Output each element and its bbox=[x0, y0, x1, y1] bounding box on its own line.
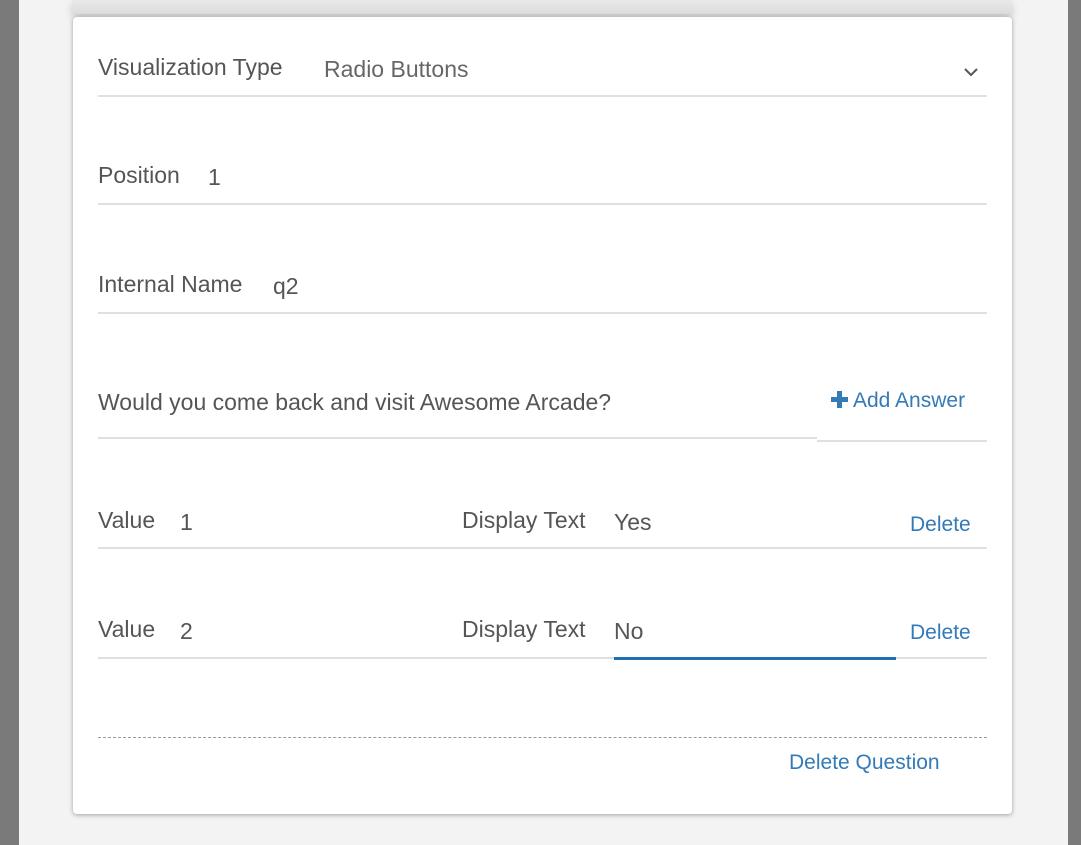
footer-divider bbox=[98, 737, 987, 738]
answer-2-value-input[interactable]: 2 bbox=[180, 618, 193, 645]
answer-1-value-label: Value bbox=[98, 507, 156, 533]
answer-1-display-label: Display Text bbox=[462, 507, 586, 533]
add-answer-underline bbox=[817, 440, 987, 442]
position-underline bbox=[98, 203, 987, 205]
question-card: Visualization Type Radio Buttons Positio… bbox=[73, 17, 1012, 814]
answer-1-value-input[interactable]: 1 bbox=[180, 509, 193, 536]
answer-1-display-input[interactable]: Yes bbox=[614, 509, 652, 536]
chevron-down-icon[interactable] bbox=[962, 63, 980, 81]
visualization-type-label: Visualization Type bbox=[98, 54, 283, 80]
answer-2-delete-button[interactable]: Delete bbox=[910, 621, 971, 645]
position-input[interactable]: 1 bbox=[208, 164, 221, 191]
question-text-underline bbox=[98, 437, 817, 439]
internal-name-input[interactable]: q2 bbox=[273, 273, 299, 300]
internal-name-underline bbox=[98, 312, 987, 314]
plus-icon bbox=[831, 391, 848, 408]
add-answer-button[interactable]: Add Answer bbox=[830, 389, 965, 413]
visualization-type-select[interactable]: Radio Buttons bbox=[324, 56, 468, 83]
add-answer-label: Add Answer bbox=[853, 389, 966, 412]
answer-1-underline bbox=[98, 547, 987, 549]
visualization-type-underline bbox=[98, 95, 987, 97]
answer-1-delete-button[interactable]: Delete bbox=[910, 513, 971, 537]
internal-name-label: Internal Name bbox=[98, 271, 243, 297]
answer-2-display-focus-underline bbox=[614, 657, 896, 660]
delete-question-button[interactable]: Delete Question bbox=[789, 751, 940, 775]
position-label: Position bbox=[98, 162, 180, 188]
answer-2-display-label: Display Text bbox=[462, 616, 586, 642]
answer-2-display-input[interactable]: No bbox=[614, 618, 643, 645]
answer-2-value-label: Value bbox=[98, 616, 156, 642]
previous-card-edge bbox=[72, 0, 1012, 14]
question-text-input[interactable]: Would you come back and visit Awesome Ar… bbox=[98, 389, 611, 416]
